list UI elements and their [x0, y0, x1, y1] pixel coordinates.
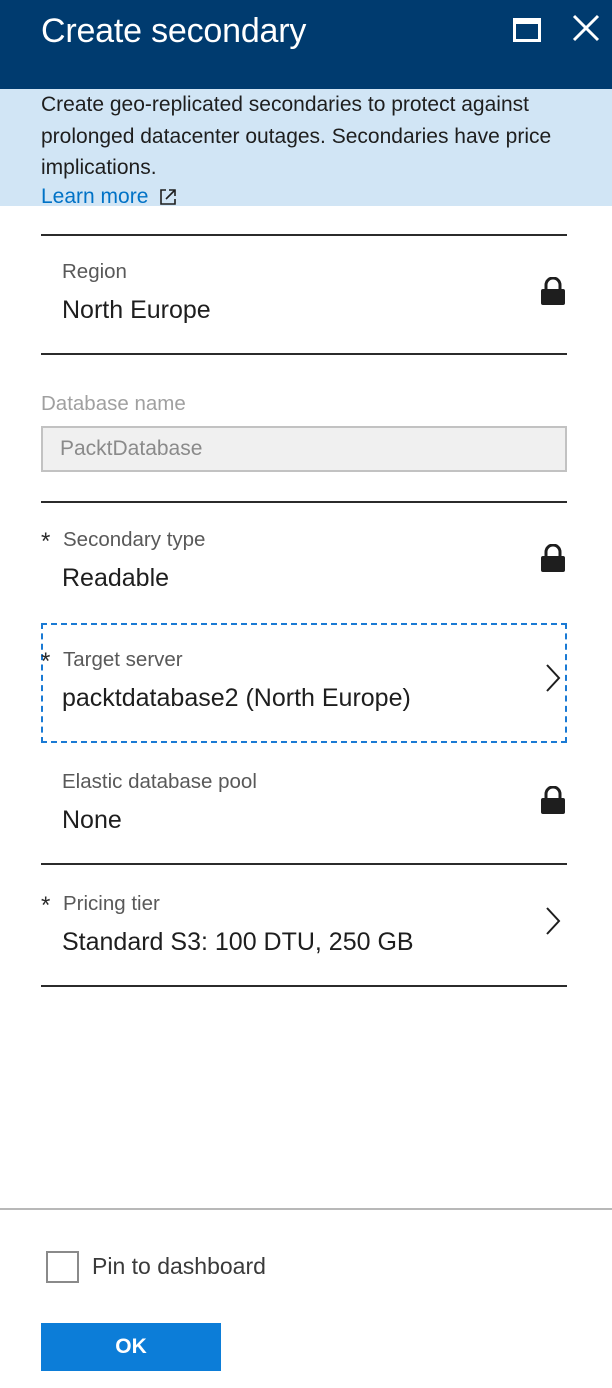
lock-icon	[541, 544, 565, 572]
target-server-selector[interactable]	[41, 623, 567, 743]
elastic-pool-value: None	[62, 806, 122, 834]
region-value: North Europe	[62, 296, 211, 324]
info-text: Create geo-replicated secondaries to pro…	[41, 93, 552, 179]
chevron-right-icon[interactable]	[543, 905, 563, 937]
footer-divider	[0, 1208, 612, 1210]
secondary-type-value: Readable	[62, 564, 170, 592]
blade-title: Create secondary	[41, 12, 307, 50]
database-name-label: Database name	[41, 392, 186, 415]
pin-to-dashboard-checkbox[interactable]	[46, 1251, 79, 1283]
lock-icon	[541, 786, 565, 814]
info-banner: Create geo-replicated secondaries to pro…	[0, 89, 612, 208]
elastic-pool-label: Elastic database pool	[62, 770, 257, 793]
pricing-tier-value[interactable]: Standard S3: 100 DTU, 250 GB	[62, 928, 414, 957]
required-marker: *	[41, 892, 51, 919]
divider	[41, 353, 567, 355]
database-name-field: PacktDatabase	[41, 426, 567, 472]
region-label: Region	[62, 260, 127, 283]
ok-button[interactable]: OK	[41, 1323, 221, 1371]
maximize-icon[interactable]	[513, 18, 541, 42]
required-marker: *	[41, 528, 51, 555]
divider	[41, 985, 567, 987]
lock-icon	[541, 277, 565, 305]
external-link-icon	[160, 189, 177, 205]
learn-more-link[interactable]: Learn more	[41, 183, 178, 211]
required-marker: *	[41, 648, 51, 675]
divider	[41, 863, 567, 865]
pricing-tier-label: Pricing tier	[63, 892, 160, 915]
pin-to-dashboard-label[interactable]: Pin to dashboard	[92, 1253, 266, 1280]
target-server-value[interactable]: packtdatabase2 (North Europe)	[62, 684, 411, 713]
target-server-label: Target server	[63, 648, 183, 671]
divider	[41, 501, 567, 503]
close-icon[interactable]	[570, 12, 602, 44]
learn-more-label: Learn more	[41, 185, 149, 208]
secondary-type-label: Secondary type	[63, 528, 206, 551]
blade-header: Create secondary	[0, 0, 612, 89]
chevron-right-icon[interactable]	[543, 662, 563, 694]
divider	[41, 234, 567, 236]
